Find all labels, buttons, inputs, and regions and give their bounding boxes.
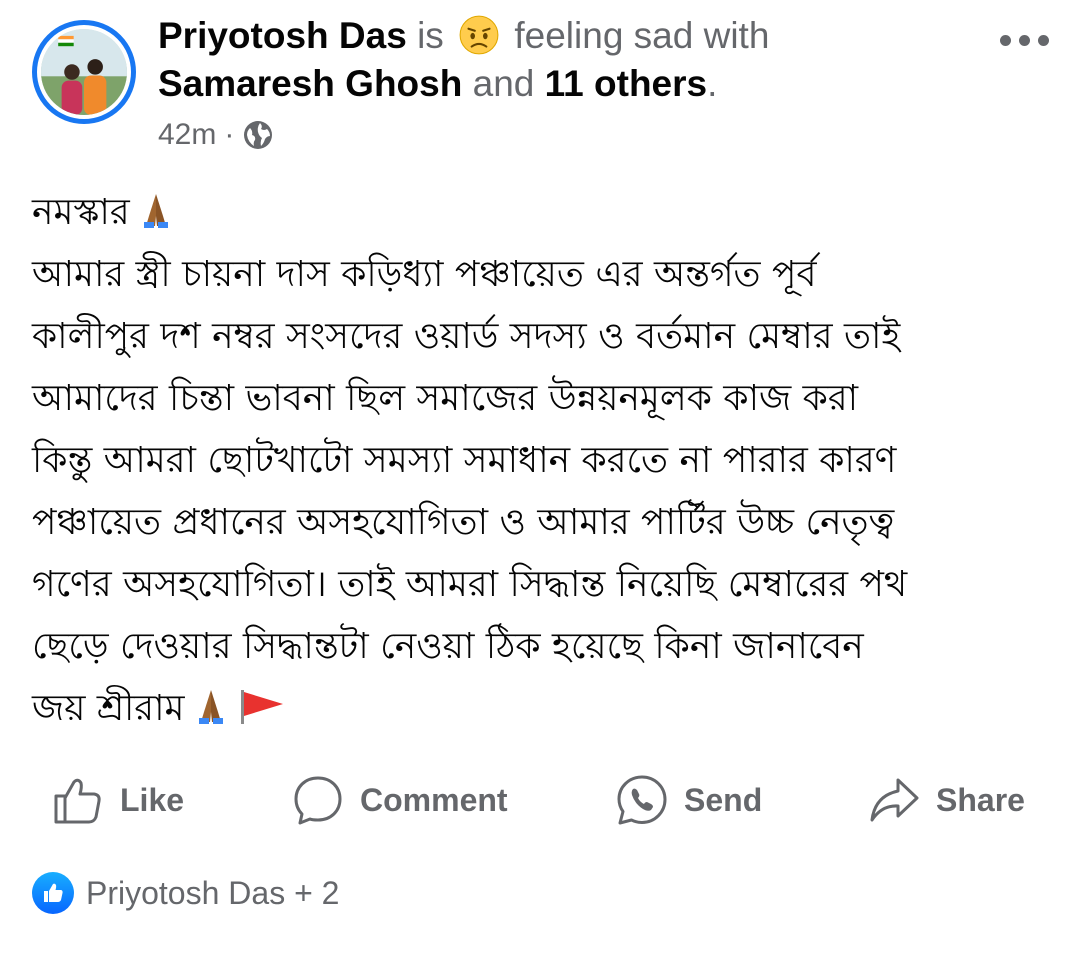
period: .: [707, 63, 718, 104]
dot: [1019, 34, 1030, 46]
body-line: কিন্তু আমরা ছোটখাটো সমস্যা সমাধান করতে ন…: [32, 440, 897, 481]
body-line-text: নমস্কার: [32, 192, 130, 233]
post-actions: Like Comment Send Share: [0, 770, 1080, 830]
reactions-text: Priyotosh Das + 2: [86, 874, 340, 911]
feeling-text: feeling sad with: [514, 15, 770, 56]
and-text: and: [472, 63, 535, 104]
dot: [1038, 34, 1049, 46]
post-card: Priyotosh Das is feeling sad with Samare…: [0, 0, 1080, 961]
tagged-person[interactable]: Samaresh Ghosh: [158, 63, 462, 104]
whatsapp-icon: [617, 775, 667, 825]
send-button[interactable]: Send: [616, 770, 762, 830]
body-line: আমার স্ত্রী চায়না দাস কড়িধ্যা পঞ্চায়ে…: [32, 254, 817, 295]
body-line: গণের অসহযোগিতা। তাই আমরা সিদ্ধান্ত নিয়ে…: [32, 564, 908, 605]
more-options-icon[interactable]: [1000, 30, 1052, 50]
author-name[interactable]: Priyotosh Das: [158, 15, 407, 56]
body-line: কালীপুর দশ নম্বর সংসদের ওয়ার্ড সদস্য ও …: [32, 316, 901, 357]
post-time[interactable]: 42m: [158, 118, 216, 152]
share-arrow-icon: [870, 778, 919, 822]
share-button[interactable]: Share: [868, 770, 1025, 830]
body-line: আমাদের চিন্তা ভাবনা ছিল সমাজের উন্নয়নমূ…: [32, 378, 859, 419]
post-body: নমস্কার আমার স্ত্রী চায়না দাস কড়িধ্যা …: [32, 182, 1052, 740]
avatar-photo: [41, 29, 127, 115]
post-header: Priyotosh Das is feeling sad with Samare…: [158, 12, 958, 108]
share-label: Share: [936, 781, 1025, 818]
body-line: ছেড়ে দেওয়ার সিদ্ধান্তটা নেওয়া ঠিক হয়…: [32, 626, 864, 667]
sad-face-icon: [458, 14, 500, 56]
avatar-image: [41, 29, 127, 115]
like-reaction-icon: [32, 872, 74, 914]
body-line-text: জয় শ্রীরাম: [32, 688, 185, 729]
post-meta: 42m ·: [158, 118, 274, 152]
globe-icon[interactable]: [242, 119, 274, 151]
others-link[interactable]: 11 others: [545, 63, 707, 104]
like-label: Like: [120, 781, 185, 818]
like-button[interactable]: Like: [52, 770, 184, 830]
comment-bubble-icon: [294, 776, 342, 825]
thumbs-up-icon: [54, 778, 101, 824]
reactions-summary[interactable]: Priyotosh Das + 2: [32, 872, 339, 914]
red-flag-icon: [237, 684, 287, 746]
folded-hands-icon: [191, 684, 231, 746]
meta-separator: ·: [224, 118, 235, 151]
is-text: is: [417, 15, 444, 56]
comment-button[interactable]: Comment: [292, 770, 508, 830]
comment-label: Comment: [360, 781, 508, 818]
author-avatar[interactable]: [32, 20, 136, 124]
send-label: Send: [684, 781, 763, 818]
body-line: নমস্কার: [32, 182, 1052, 244]
folded-hands-icon: [136, 188, 176, 250]
dot: [1000, 34, 1011, 46]
body-line: জয় শ্রীরাম: [32, 678, 1052, 740]
body-line: পঞ্চায়েত প্রধানের অসহযোগিতা ও আমার পার্…: [32, 502, 895, 543]
